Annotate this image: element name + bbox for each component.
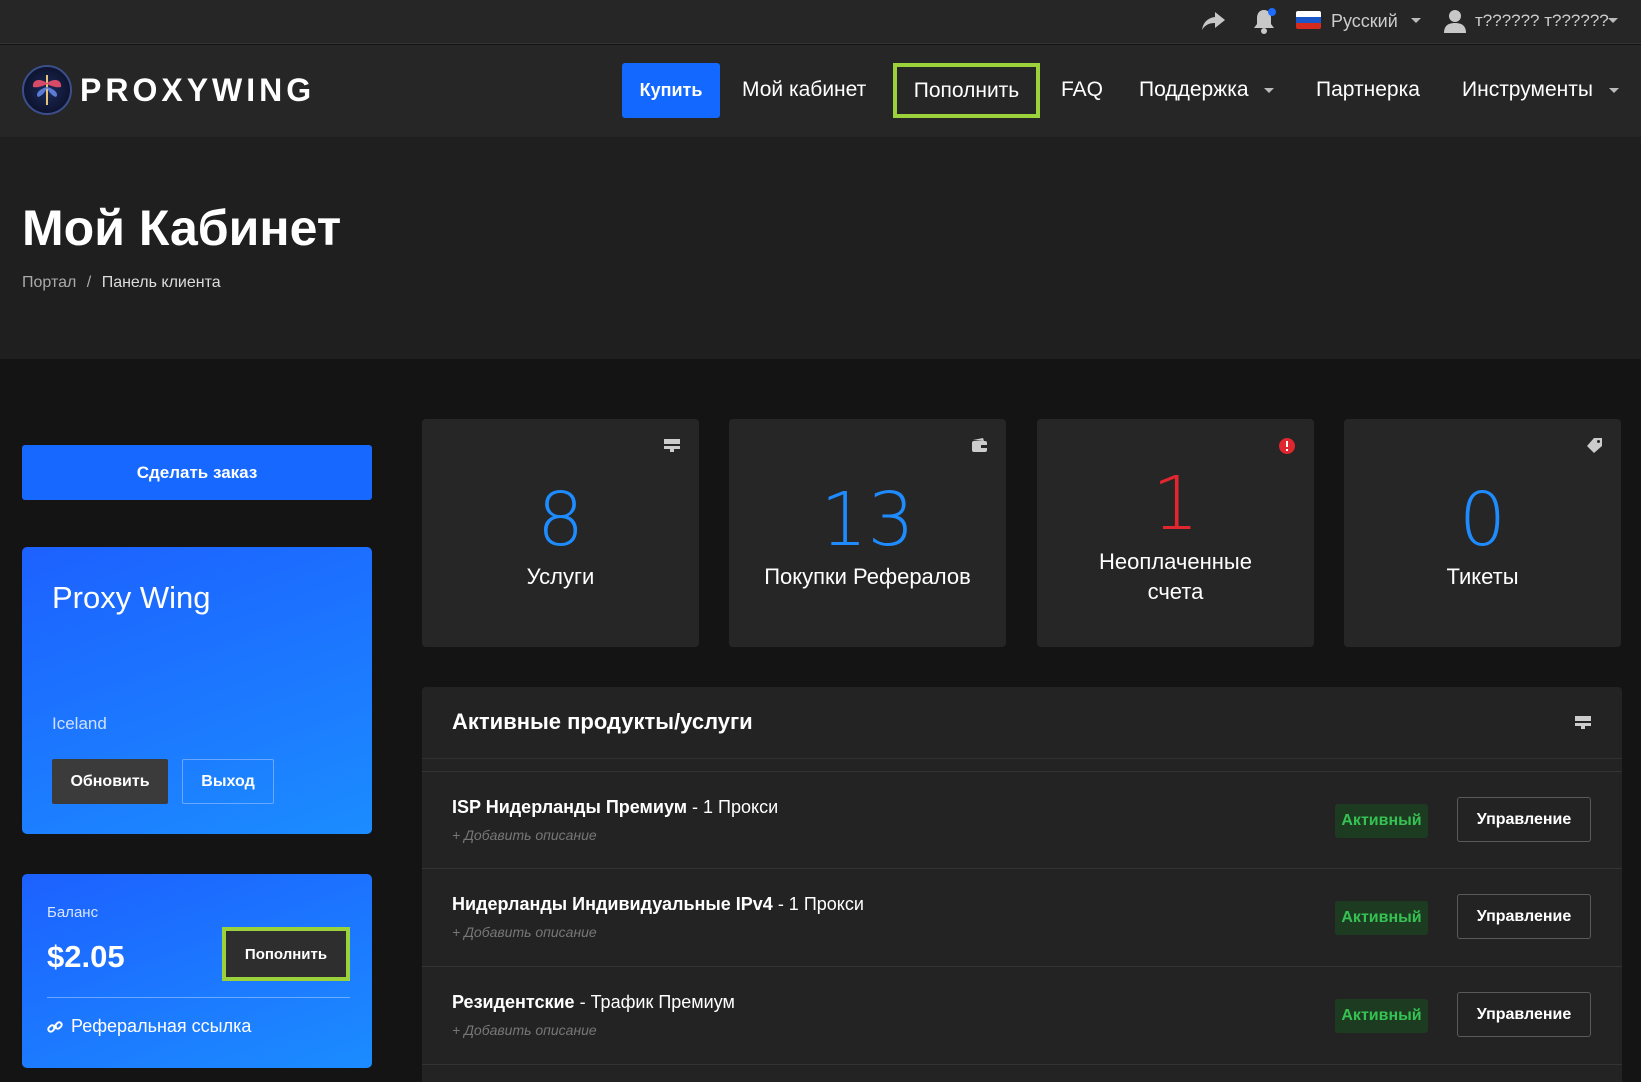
manage-button[interactable]: Управление [1457,894,1591,939]
status-badge: Активный [1335,901,1428,935]
stat-tile-unpaid-invoices[interactable]: 1 Неоплаченные счета [1037,419,1314,647]
product-row[interactable]: Нидерланды Индивидуальные IPv4 - 1 Прокс… [422,869,1622,967]
product-title[interactable]: Нидерланды Индивидуальные IPv4 - 1 Прокс… [452,894,864,915]
product-name: Нидерланды Индивидуальные IPv4 [452,894,773,914]
stat-tile-referral-purchases[interactable]: 13 Покупки Рефералов [729,419,1006,647]
stat-label-line: счета [1147,579,1204,604]
user-menu[interactable]: т?????? т?????? [1475,11,1609,31]
chevron-down-icon[interactable] [1411,18,1421,23]
product-title[interactable]: Резидентские - Трафик Премиум [452,992,735,1013]
balance-label: Баланс [47,904,99,921]
wallet-icon [972,438,987,452]
add-description-link[interactable]: + Добавить описание [452,827,597,843]
stat-value: 0 [1458,477,1507,563]
top-bar: Русский т?????? т?????? [0,0,1641,44]
breadcrumb-home[interactable]: Портал [22,274,76,291]
page-title: Мой Кабинет [22,200,342,256]
server-icon [664,439,680,452]
product-detail: - 1 Прокси [687,797,779,817]
product-row[interactable]: Резидентские - Трафик Премиум + Добавить… [422,967,1622,1065]
refresh-button[interactable]: Обновить [52,759,168,804]
product-row[interactable]: ISP Нидерланды Премиум - 1 Прокси + Доба… [422,771,1622,869]
panel-header: Активные продукты/услуги [422,687,1622,759]
nav-topup[interactable]: Пополнить [893,63,1040,118]
breadcrumb: Портал / Панель клиента [22,274,221,292]
chevron-down-icon[interactable] [1608,18,1618,23]
panel-title: Активные продукты/услуги [452,709,753,734]
stat-tile-tickets[interactable]: 0 Тикеты [1344,419,1621,647]
breadcrumb-separator: / [86,274,92,291]
client-name: Proxy Wing [52,580,211,615]
divider [47,997,350,998]
nav-my-cabinet[interactable]: Мой кабинет [742,78,866,102]
russia-flag-icon[interactable] [1296,11,1321,29]
status-badge: Активный [1335,999,1428,1033]
product-detail: - Трафик Премиум [574,992,735,1012]
nav-topup-label: Пополнить [913,78,1020,102]
user-icon[interactable] [1443,8,1467,34]
referral-link[interactable]: Реферальная ссылка [47,1016,251,1037]
page-header: Мой Кабинет Портал / Панель клиента [0,137,1641,359]
stat-label-line: Неоплаченные [1099,549,1252,574]
client-country: Iceland [52,714,107,733]
stat-value: 8 [536,477,585,563]
product-detail: - 1 Прокси [772,894,864,914]
chevron-down-icon[interactable] [1264,88,1274,93]
stat-label: Неоплаченные счета [1037,547,1314,607]
share-icon[interactable] [1200,10,1226,32]
product-name: ISP Нидерланды Премиум [452,797,688,817]
manage-button[interactable]: Управление [1457,992,1591,1037]
chevron-down-icon[interactable] [1609,88,1619,93]
breadcrumb-current: Панель клиента [101,274,221,291]
main-navbar: PROXYWING Купить Мой кабинет Пополнить F… [0,45,1641,137]
nav-support[interactable]: Поддержка [1139,78,1249,102]
server-icon [1575,716,1591,729]
buy-button[interactable]: Купить [622,63,720,118]
active-products-panel: Активные продукты/услуги ISP Нидерланды … [422,687,1622,1082]
manage-button[interactable]: Управление [1457,797,1591,842]
product-name: Резидентские [452,992,575,1012]
balance-card: Баланс $2.05 Пополнить Реферальная ссылк… [22,874,372,1068]
stat-tile-services[interactable]: 8 Услуги [422,419,699,647]
link-icon [47,1020,63,1033]
stat-label: Услуги [526,564,595,589]
client-card: Proxy Wing Iceland Обновить Выход [22,547,372,834]
add-description-link[interactable]: + Добавить описание [452,924,597,940]
stat-value: 1 [1151,461,1200,547]
topup-button[interactable]: Пополнить [222,927,350,981]
nav-faq[interactable]: FAQ [1061,78,1103,102]
status-badge: Активный [1335,804,1428,838]
tag-icon [1587,438,1602,453]
logo-icon[interactable] [22,65,72,115]
add-description-link[interactable]: + Добавить описание [452,1022,597,1038]
nav-tools[interactable]: Инструменты [1462,78,1593,102]
nav-partner[interactable]: Партнерка [1316,78,1420,102]
alert-icon [1279,438,1295,454]
stat-label: Тикеты [1446,564,1519,589]
stat-value: 13 [820,477,915,563]
product-title[interactable]: ISP Нидерланды Премиум - 1 Прокси [452,797,778,818]
referral-link-label: Реферальная ссылка [71,1016,252,1036]
balance-value: $2.05 [47,939,125,974]
stat-label: Покупки Рефералов [764,564,971,589]
logo-text[interactable]: PROXYWING [80,72,315,109]
make-order-button[interactable]: Сделать заказ [22,445,372,500]
logout-button[interactable]: Выход [182,759,274,804]
notification-dot [1268,8,1276,16]
language-selector[interactable]: Русский [1331,11,1398,32]
